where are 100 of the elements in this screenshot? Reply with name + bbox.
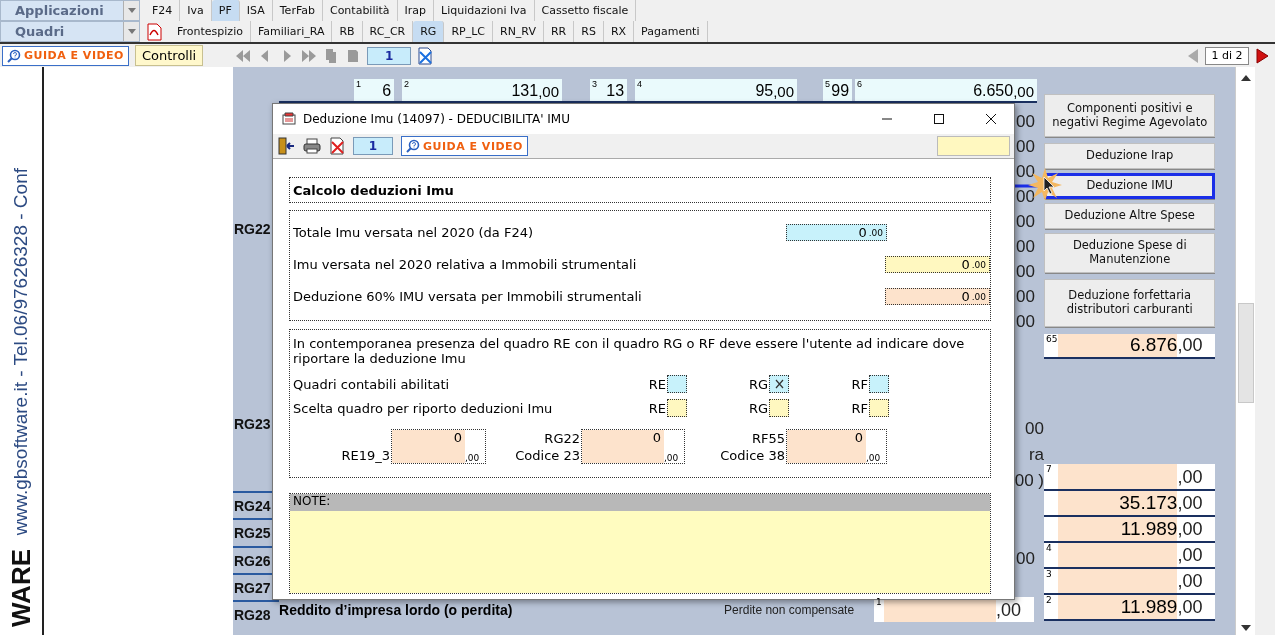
notes-field[interactable] <box>290 511 990 593</box>
decimals: ,00 <box>1177 335 1204 357</box>
amount-fragment: 00 <box>1016 160 1036 183</box>
amount-fragment: 00 <box>1016 210 1036 233</box>
field-number: 7 <box>1046 464 1052 474</box>
checkbox[interactable] <box>869 399 889 417</box>
last-page-icon[interactable] <box>301 47 318 64</box>
deduction-button[interactable]: Deduzione Irap <box>1044 143 1216 169</box>
quadri-dropdown[interactable]: Quadri <box>0 21 140 42</box>
dialog-title: Deduzione Imu (14097) - DEDUCIBILITA' IMU <box>303 112 571 126</box>
option-label: RG <box>748 400 768 416</box>
amount-fragment: 00 <box>1016 185 1036 208</box>
delete-page-icon[interactable] <box>417 46 434 65</box>
amount-field[interactable]: 0 ,00 <box>391 429 486 464</box>
deduction-button[interactable]: Deduzione Spese di Manutenzione <box>1044 233 1216 273</box>
controls-button[interactable]: Controlli <box>135 45 204 66</box>
maximize-icon <box>934 114 944 124</box>
scroll-down-icon[interactable] <box>1240 625 1251 631</box>
delete-icon[interactable] <box>329 137 345 155</box>
app-tab[interactable]: PF <box>211 0 240 21</box>
amount-field[interactable]: 0 ,00 <box>581 429 685 464</box>
website-phone-text: www.gbsoftware.it - Tel.06/97626328 - Conf <box>10 167 32 535</box>
row-label: RG22 <box>233 219 272 239</box>
checkbox[interactable] <box>667 375 687 393</box>
option-label: RE <box>648 376 666 392</box>
instruction-text: In contemporanea presenza del quadro RE con il quadro RG o RF deve essere l'utente ad indicare dove riportare la deduzione Imu <box>293 336 966 366</box>
field-number: 1 <box>876 597 882 607</box>
caret-icon <box>127 8 136 13</box>
field-label: Codice 23 <box>515 447 580 464</box>
amount-fragment: 00 <box>1016 285 1036 308</box>
next-page-icon[interactable] <box>1255 47 1269 64</box>
quadro-tab[interactable]: RG <box>413 21 445 42</box>
caret-icon <box>127 29 136 34</box>
pdf-icon[interactable] <box>146 22 162 41</box>
amount-fragment: 00 <box>1016 135 1036 158</box>
option-label: RF <box>851 376 868 392</box>
section-title: Calcolo deduzioni Imu <box>289 177 991 203</box>
decimals: ,00 <box>773 83 795 100</box>
amount-fragment: 00 <box>1016 260 1036 283</box>
option-label: RF <box>851 400 868 416</box>
amount-value: 99 <box>831 82 850 100</box>
field-label: RE19_3 <box>341 447 390 464</box>
amount-value: 0 <box>961 257 970 272</box>
amount-value: 13 <box>606 82 625 100</box>
decimals: .00 <box>971 259 986 270</box>
amount-field[interactable]: 0.00 <box>884 288 990 305</box>
input-field[interactable] <box>937 136 1010 156</box>
deduction-button[interactable]: Componenti positivi e negativi Regime Agevolato <box>1044 94 1216 137</box>
checkbox[interactable] <box>667 399 687 417</box>
scroll-up-icon[interactable] <box>1240 75 1251 81</box>
applicazioni-dropdown[interactable]: Applicazioni <box>0 0 140 21</box>
decimals: ,00 <box>1177 519 1204 541</box>
form-icon <box>281 111 297 127</box>
amount-fragment: 00 <box>1016 110 1036 133</box>
decimals: ,00 <box>996 600 1023 622</box>
amount-fragment: 00 <box>1025 418 1045 440</box>
page-number-field[interactable]: 1 <box>367 46 412 65</box>
amount-field[interactable]: 0.00 <box>786 224 887 241</box>
field-label: Quadri contabili abilitati <box>293 376 451 392</box>
decimals: ,00 <box>664 452 680 463</box>
field-caption: Perdite non compensate <box>724 602 856 617</box>
decimals: ,00 <box>1177 597 1204 619</box>
decimals: .00 <box>971 291 986 302</box>
checkbox[interactable] <box>769 375 789 393</box>
decimals: ,00 <box>1177 493 1204 515</box>
row-description: Reddito d’impresa lordo (o perdita) <box>279 601 514 618</box>
field-number: 1 <box>356 79 362 89</box>
checkbox[interactable] <box>869 375 889 393</box>
amount-field[interactable]: 0.00 <box>884 256 990 273</box>
page-number-field[interactable]: 1 <box>353 137 393 155</box>
row-label: RG23 <box>233 414 272 434</box>
amount-value: 0 <box>392 430 465 463</box>
amount-value: 0 <box>961 289 970 304</box>
field-label: Deduzione 60% IMU versata per Immobili strumentali <box>293 289 643 304</box>
field-number: 2 <box>1046 595 1052 605</box>
cross-mark-icon <box>774 379 784 389</box>
amount-value: 6 <box>382 82 392 100</box>
field-label: Imu versata nel 2020 relativa a Immobili strumentali <box>293 257 638 272</box>
deduction-button[interactable]: Deduzione IMU <box>1044 173 1216 199</box>
page-count: 1 di 2 <box>1205 46 1249 65</box>
first-page-icon[interactable] <box>235 47 252 64</box>
decimals: ,00 <box>1177 571 1204 593</box>
print-icon[interactable] <box>303 137 321 155</box>
amount-fragment: ra <box>1028 444 1045 466</box>
field-number: 6 <box>857 79 863 89</box>
search-icon <box>7 48 21 63</box>
amount-field[interactable]: 0 ,00 <box>786 429 887 464</box>
deduction-button[interactable]: Deduzione forfettaria distributori carburanti <box>1044 279 1216 327</box>
field-number: 5 <box>825 79 831 89</box>
amount-value: 6.876 <box>1058 334 1178 357</box>
checkbox[interactable] <box>769 399 789 417</box>
decimals: ,00 <box>1177 545 1204 567</box>
amount-value: 6.650 <box>973 82 1014 100</box>
decimals: ,00 <box>866 452 882 463</box>
amount-fragment: 00 ) <box>1014 470 1045 492</box>
deduction-button[interactable]: Deduzione Altre Spese <box>1044 203 1216 229</box>
field-number: 4 <box>637 79 643 89</box>
exit-icon[interactable] <box>277 137 295 155</box>
scrollbar-thumb[interactable] <box>1237 303 1254 403</box>
field-label: RF55 <box>751 430 785 447</box>
